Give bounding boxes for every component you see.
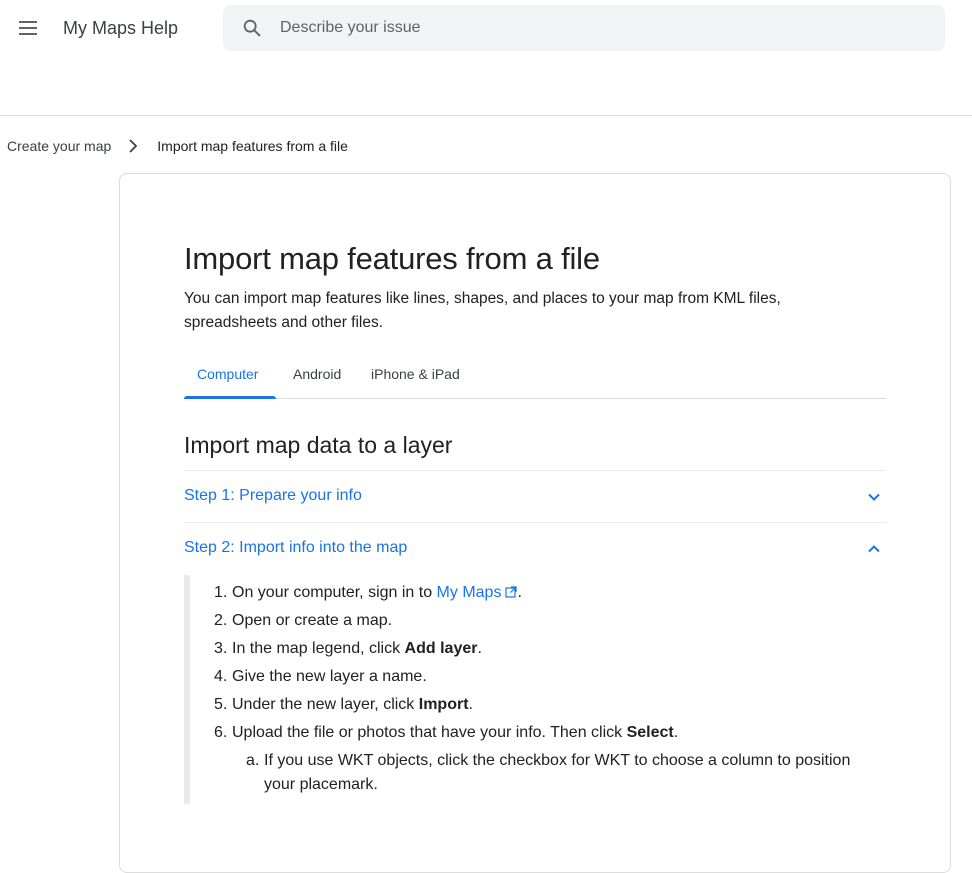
step-text: Open or create a map. [232, 612, 393, 629]
step-bold: Add layer [404, 640, 478, 657]
list-item: 5. Under the new layer, click Import. [214, 695, 874, 723]
step-text: . [517, 584, 522, 601]
step-number: 4. [214, 668, 228, 685]
accordion-title[interactable]: Step 2: Import info into the map [184, 539, 407, 557]
accordion-step-1[interactable]: Step 1: Prepare your info [184, 470, 886, 522]
accordion-title[interactable]: Step 1: Prepare your info [184, 487, 362, 505]
step-text: On your computer, sign in to [232, 584, 437, 601]
menu-icon[interactable] [14, 16, 42, 40]
tab-android[interactable]: Android [293, 366, 341, 382]
breadcrumb-parent-link[interactable]: Create your map [7, 138, 111, 154]
step-2-content: 1. On your computer, sign in to My Maps … [184, 575, 886, 804]
step-text: . [673, 724, 679, 741]
step-text: Under the new layer, click [232, 696, 419, 713]
breadcrumb: Create your map Import map features from… [7, 136, 348, 156]
page-title: Import map features from a file [184, 241, 600, 276]
step-bold: Import [418, 696, 469, 713]
step-text: . [477, 640, 482, 657]
list-item: 1. On your computer, sign in to My Maps … [214, 583, 874, 611]
section-title: Import map data to a layer [184, 432, 453, 458]
step-number: 1. [214, 584, 228, 601]
list-item: 2. Open or create a map. [214, 611, 874, 639]
step-number: 2. [214, 612, 228, 629]
intro-line: spreadsheets and other files. [184, 314, 384, 331]
header: My Maps Help [0, 0, 972, 116]
step-number: a. [246, 752, 260, 769]
external-link-icon[interactable] [505, 586, 518, 598]
my-maps-link[interactable]: My Maps [437, 584, 518, 601]
platform-tabs: Computer Android iPhone & iPad [184, 354, 886, 399]
link-label[interactable]: My Maps [437, 584, 502, 601]
tab-iphone-ipad[interactable]: iPhone & iPad [371, 366, 460, 382]
breadcrumb-current: Import map features from a file [157, 138, 348, 154]
list-item: 6. Upload the file or photos that have y… [214, 723, 874, 751]
intro-line: You can import map features like lines, … [184, 290, 781, 307]
article-card: Import map features from a file You can … [119, 173, 951, 873]
chevron-up-icon[interactable] [866, 541, 882, 557]
step-number: 3. [214, 640, 228, 657]
step-number: 5. [214, 696, 228, 713]
step-number: 6. [214, 724, 228, 741]
step-text: In the map legend, click [232, 640, 405, 657]
step-text: your placemark. [264, 776, 378, 793]
tab-computer[interactable]: Computer [197, 366, 258, 382]
list-item: 3. In the map legend, click Add layer. [214, 639, 874, 667]
product-name[interactable]: My Maps Help [63, 18, 178, 39]
step-text: If you use WKT objects, click the checkb… [264, 752, 851, 769]
steps-list: 1. On your computer, sign in to My Maps … [214, 583, 874, 797]
chevron-right-icon [129, 139, 138, 153]
search-icon[interactable] [241, 17, 263, 39]
step-text: Upload the file or photos that have your… [232, 724, 627, 741]
article-intro: You can import map features like lines, … [184, 287, 844, 335]
list-item: 4. Give the new layer a name. [214, 667, 874, 695]
step-text: . [468, 696, 473, 713]
step-text: Give the new layer a name. [232, 668, 427, 685]
list-item: a. If you use WKT objects, click the che… [214, 749, 874, 797]
step-bold: Select [626, 724, 674, 741]
accordion-step-2[interactable]: Step 2: Import info into the map [184, 522, 886, 574]
search-input[interactable] [280, 5, 920, 51]
active-tab-indicator [184, 396, 276, 399]
search-bar[interactable] [223, 5, 945, 51]
chevron-down-icon[interactable] [866, 489, 882, 505]
